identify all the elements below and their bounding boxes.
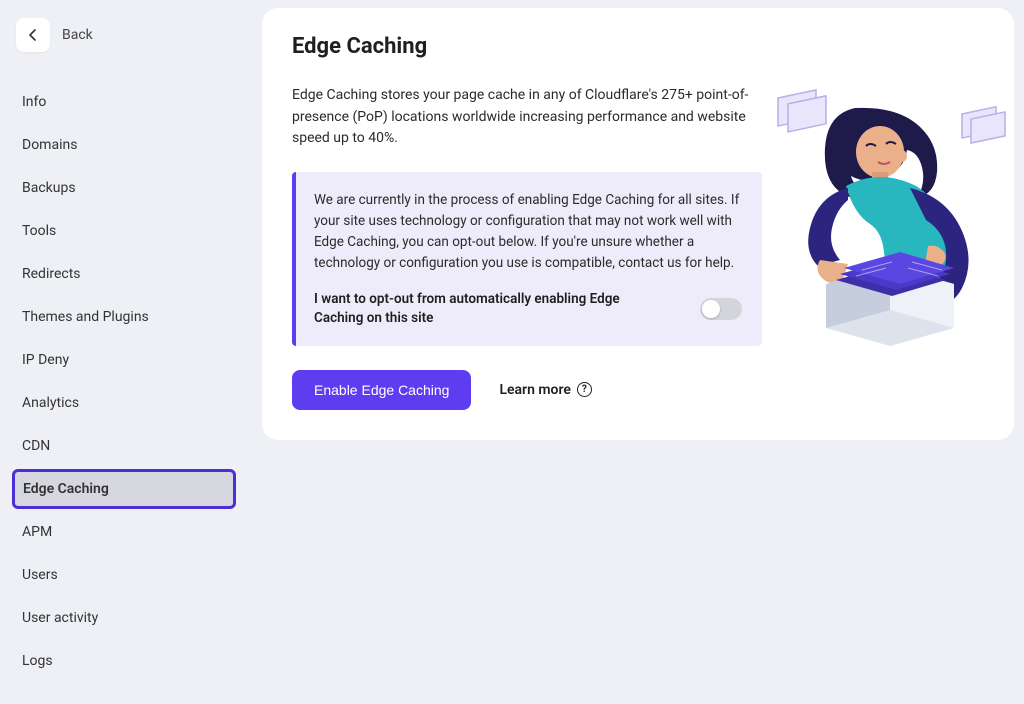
opt-out-label: I want to opt-out from automatically ena… xyxy=(314,290,654,328)
page-description: Edge Caching stores your page cache in a… xyxy=(292,85,752,150)
sidebar: Back Info Domains Backups Tools Redirect… xyxy=(0,0,248,704)
enable-edge-caching-button[interactable]: Enable Edge Caching xyxy=(292,370,471,410)
nav: Info Domains Backups Tools Redirects The… xyxy=(12,82,236,684)
sidebar-item-cdn[interactable]: CDN xyxy=(12,426,236,466)
sidebar-item-analytics[interactable]: Analytics xyxy=(12,383,236,423)
sidebar-item-backups[interactable]: Backups xyxy=(12,168,236,208)
page-title: Edge Caching xyxy=(292,34,772,59)
sidebar-item-ip-deny[interactable]: IP Deny xyxy=(12,340,236,380)
back-button[interactable] xyxy=(16,18,50,52)
content: Edge Caching Edge Caching stores your pa… xyxy=(248,0,1024,704)
notice-text: We are currently in the process of enabl… xyxy=(314,190,742,274)
arrow-left-icon xyxy=(25,27,41,43)
back-row: Back xyxy=(16,18,236,52)
sidebar-item-redirects[interactable]: Redirects xyxy=(12,254,236,294)
learn-more-label: Learn more xyxy=(499,382,570,398)
sidebar-item-info[interactable]: Info xyxy=(12,82,236,122)
toggle-knob xyxy=(702,300,720,318)
actions-row: Enable Edge Caching Learn more ? xyxy=(292,370,772,410)
sidebar-item-users[interactable]: Users xyxy=(12,555,236,595)
opt-out-toggle[interactable] xyxy=(700,298,742,320)
sidebar-item-domains[interactable]: Domains xyxy=(12,125,236,165)
sidebar-item-tools[interactable]: Tools xyxy=(12,211,236,251)
sidebar-item-apm[interactable]: APM xyxy=(12,512,236,552)
sidebar-item-edge-caching[interactable]: Edge Caching xyxy=(12,469,236,509)
edge-caching-card: Edge Caching Edge Caching stores your pa… xyxy=(262,8,1014,440)
sidebar-item-user-activity[interactable]: User activity xyxy=(12,598,236,638)
sidebar-item-logs[interactable]: Logs xyxy=(12,641,236,681)
notice-panel: We are currently in the process of enabl… xyxy=(292,172,762,345)
card-text-column: Edge Caching Edge Caching stores your pa… xyxy=(292,34,772,410)
illustration-person-files xyxy=(760,78,1010,358)
back-label: Back xyxy=(62,27,93,43)
opt-out-row: I want to opt-out from automatically ena… xyxy=(314,290,742,328)
learn-more-link[interactable]: Learn more ? xyxy=(499,382,591,398)
help-icon: ? xyxy=(577,382,592,397)
sidebar-item-themes-plugins[interactable]: Themes and Plugins xyxy=(12,297,236,337)
